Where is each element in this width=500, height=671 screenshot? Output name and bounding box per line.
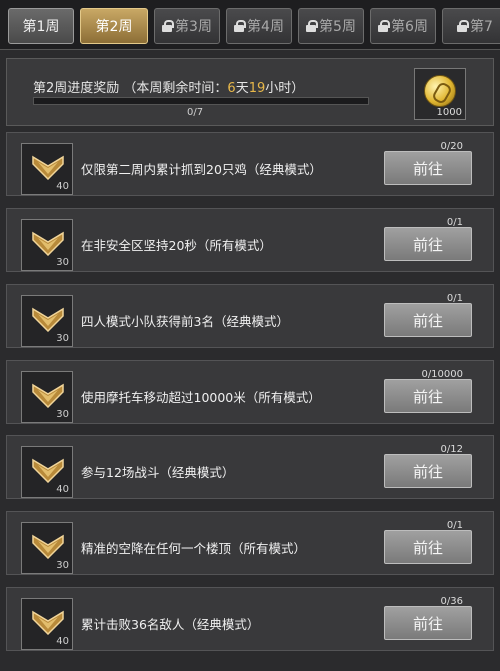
task-description: 累计击败36名敌人（经典模式）	[81, 617, 260, 632]
progress-title: 第2周进度奖励 （本周剩余时间：6天19小时）	[33, 77, 304, 96]
chevron-badge-icon	[32, 383, 64, 408]
tab-week-6[interactable]: 第6周	[370, 8, 436, 44]
rank-badge-icon: 30	[21, 295, 73, 347]
rank-badge-icon: 30	[21, 371, 73, 423]
chevron-badge-icon	[32, 155, 64, 180]
reward-chest[interactable]: 1000	[414, 68, 466, 120]
go-button[interactable]: 前往	[384, 227, 472, 261]
rank-badge-icon: 40	[21, 598, 73, 650]
rank-badge-icon: 40	[21, 143, 73, 195]
days-unit: 天	[235, 81, 249, 96]
task-row: 40 参与12场战斗（经典模式） 0/12 前往	[6, 435, 494, 499]
badge-points: 30	[56, 409, 69, 420]
rank-badge-icon: 40	[21, 446, 73, 498]
coin-icon	[424, 75, 456, 107]
tab-week-7[interactable]: 第7	[442, 8, 500, 44]
task-description: 使用摩托车移动超过10000米（所有模式）	[81, 390, 321, 405]
tab-week-3[interactable]: 第3周	[154, 8, 220, 44]
task-row: 30 使用摩托车移动超过10000米（所有模式） 0/10000 前往	[6, 360, 494, 424]
badge-points: 40	[56, 484, 69, 495]
rank-badge-icon: 30	[21, 219, 73, 271]
week-tab-bar: 第1周 第2周 第3周 第4周 第5周 第6周 第7	[0, 0, 500, 50]
task-description: 在非安全区坚持20秒（所有模式）	[81, 238, 272, 253]
task-description: 参与12场战斗（经典模式）	[81, 465, 235, 480]
tab-label: 第7	[470, 19, 493, 35]
lock-icon	[234, 20, 247, 32]
progress-count: 0/7	[187, 107, 204, 118]
lock-icon	[378, 20, 391, 32]
reward-count: 1000	[436, 107, 462, 118]
task-row: 40 累计击败36名敌人（经典模式） 0/36 前往	[6, 587, 494, 651]
tab-week-4[interactable]: 第4周	[226, 8, 292, 44]
task-row: 30 四人模式小队获得前3名（经典模式） 0/1 前往	[6, 284, 494, 348]
chevron-badge-icon	[32, 231, 64, 256]
task-row: 30 在非安全区坚持20秒（所有模式） 0/1 前往	[6, 208, 494, 272]
task-description: 四人模式小队获得前3名（经典模式）	[81, 314, 289, 329]
go-button[interactable]: 前往	[384, 379, 472, 413]
remaining-days: 6	[227, 81, 236, 96]
task-row: 40 仅限第二周内累计抓到20只鸡（经典模式） 0/20 前往	[6, 132, 494, 196]
hours-unit: 小时）	[265, 81, 305, 96]
chevron-badge-icon	[32, 307, 64, 332]
badge-points: 40	[56, 181, 69, 192]
tab-label: 第1周	[22, 19, 60, 35]
rank-badge-icon: 30	[21, 522, 73, 574]
task-description: 仅限第二周内累计抓到20只鸡（经典模式）	[81, 162, 322, 177]
task-row: 30 精准的空降在任何一个楼顶（所有模式） 0/1 前往	[6, 511, 494, 575]
remaining-hours: 19	[248, 81, 266, 96]
go-button[interactable]: 前往	[384, 606, 472, 640]
lock-icon	[306, 20, 319, 32]
chevron-badge-icon	[32, 534, 64, 559]
badge-points: 30	[56, 560, 69, 571]
badge-points: 40	[56, 636, 69, 647]
chevron-badge-icon	[32, 610, 64, 635]
go-button[interactable]: 前往	[384, 454, 472, 488]
tab-week-5[interactable]: 第5周	[298, 8, 364, 44]
go-button[interactable]: 前往	[384, 530, 472, 564]
tab-week-2[interactable]: 第2周	[80, 8, 148, 44]
tab-label: 第4周	[247, 19, 284, 35]
progress-bar	[33, 97, 369, 105]
tab-label: 第5周	[319, 19, 356, 35]
go-button[interactable]: 前往	[384, 151, 472, 185]
badge-points: 30	[56, 257, 69, 268]
tab-label: 第6周	[391, 19, 428, 35]
progress-title-prefix: 第2周进度奖励 （本周剩余时间：	[33, 81, 228, 96]
tab-label: 第2周	[95, 19, 133, 35]
tab-label: 第3周	[175, 19, 212, 35]
lock-icon	[162, 20, 175, 32]
tab-week-1[interactable]: 第1周	[8, 8, 74, 44]
chevron-badge-icon	[32, 458, 64, 483]
task-description: 精准的空降在任何一个楼顶（所有模式）	[81, 541, 307, 556]
lock-icon	[457, 20, 470, 32]
go-button[interactable]: 前往	[384, 303, 472, 337]
badge-points: 30	[56, 333, 69, 344]
